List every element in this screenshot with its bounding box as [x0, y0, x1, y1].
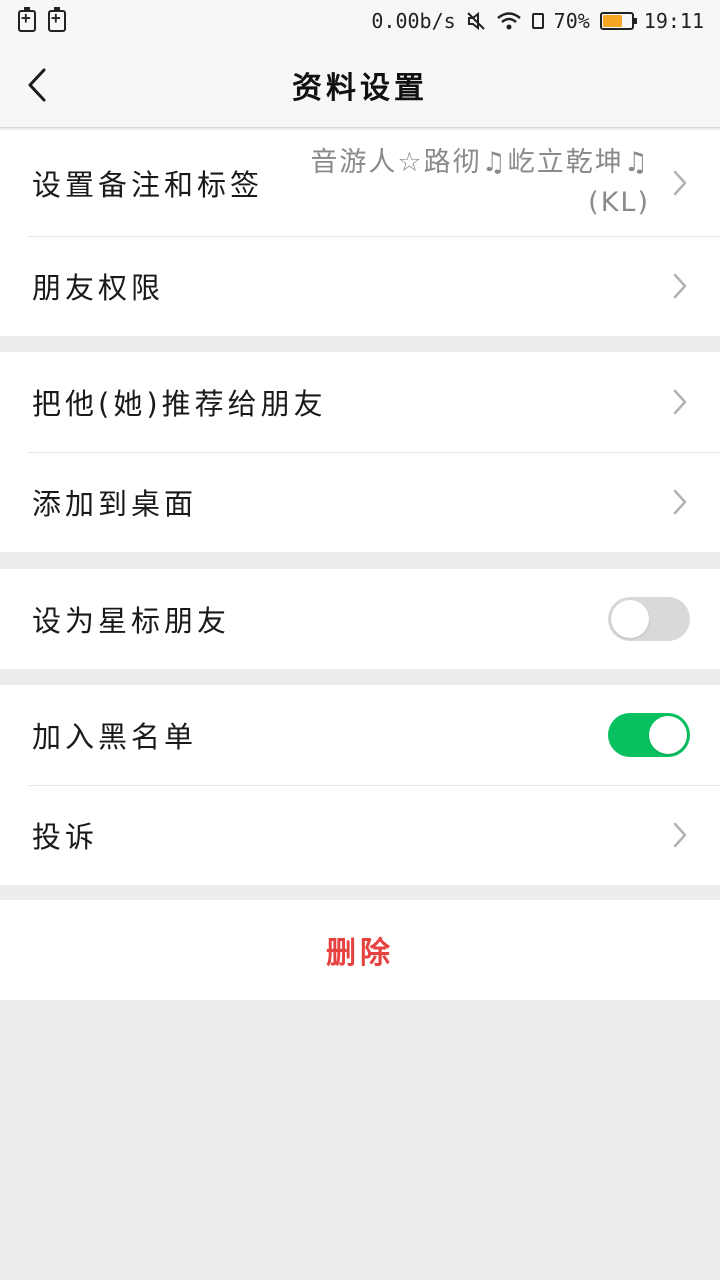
row-blacklist: 加入黑名单: [0, 685, 720, 785]
row-desktop-label: 添加到桌面: [32, 487, 198, 521]
group-share: 把他(她)推荐给朋友 添加到桌面: [0, 352, 720, 552]
delete-label: 删除: [326, 936, 394, 971]
row-permissions-label: 朋友权限: [32, 271, 165, 305]
row-recommend-friend[interactable]: 把他(她)推荐给朋友: [0, 352, 720, 452]
chevron-right-icon: [672, 820, 690, 850]
row-star-friend: 设为星标朋友: [0, 569, 720, 669]
battery-percent: 70%: [553, 9, 590, 33]
toggle-knob: [649, 716, 687, 754]
back-button[interactable]: [14, 62, 60, 108]
battery-saver-icon: [48, 7, 66, 32]
status-right: 0.00b/s 70% 19:11: [371, 9, 704, 33]
row-star-label: 设为星标朋友: [32, 604, 231, 638]
delete-button[interactable]: 删除: [0, 900, 720, 1000]
sim-icon: [531, 13, 544, 29]
battery-icon: [599, 12, 637, 30]
row-complain-label: 投诉: [32, 820, 99, 854]
network-speed: 0.00b/s: [371, 9, 456, 33]
wifi-icon: [496, 12, 521, 30]
status-bar: 0.00b/s 70% 19:11: [0, 0, 720, 42]
row-recommend-label: 把他(她)推荐给朋友: [32, 387, 327, 421]
clock: 19:11: [643, 9, 704, 33]
battery-fill: [602, 15, 623, 27]
group-remarks: 设置备注和标签 音游人☆路彻♫屹立乾坤♫ (KL) 朋友权限: [0, 130, 720, 336]
battery-charge-icon: [18, 7, 36, 32]
chevron-right-icon: [672, 271, 690, 301]
row-add-desktop[interactable]: 添加到桌面: [0, 452, 720, 552]
group-star: 设为星标朋友: [0, 569, 720, 669]
status-left: [18, 7, 66, 32]
row-complain[interactable]: 投诉: [0, 785, 720, 885]
chevron-right-icon: [672, 387, 690, 417]
group-block: 加入黑名单 投诉: [0, 685, 720, 885]
star-friend-toggle[interactable]: [608, 597, 690, 641]
row-friend-permissions[interactable]: 朋友权限: [0, 236, 720, 336]
row-remark-value: 音游人☆路彻♫屹立乾坤♫ (KL): [310, 147, 650, 218]
row-remark-label: 设置备注和标签: [32, 168, 264, 202]
nav-bar: 资料设置: [0, 42, 720, 128]
page-title: 资料设置: [292, 70, 428, 106]
mute-icon: [466, 11, 485, 31]
row-remark-tags[interactable]: 设置备注和标签 音游人☆路彻♫屹立乾坤♫ (KL): [0, 130, 720, 236]
toggle-knob: [611, 600, 649, 638]
chevron-right-icon: [672, 168, 690, 198]
blacklist-toggle[interactable]: [608, 713, 690, 757]
row-blacklist-label: 加入黑名单: [32, 720, 198, 754]
chevron-left-icon: [28, 68, 46, 102]
chevron-right-icon: [672, 487, 690, 517]
